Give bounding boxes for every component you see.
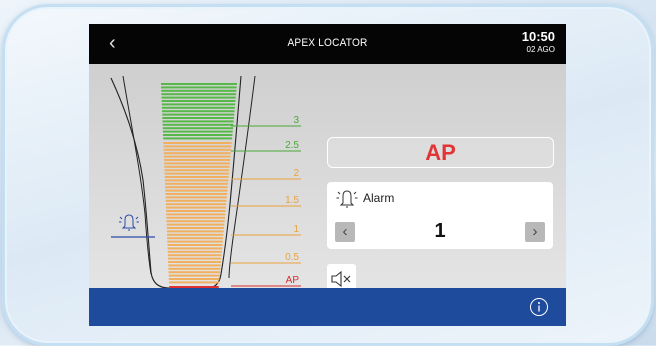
chevron-right-icon[interactable]: › [533,223,538,240]
depth-bar [163,148,232,151]
apex-status-display: AP [327,137,554,168]
scale-tick-label: 1.5 [285,195,299,206]
depth-bar [161,83,237,85]
depth-bar [161,86,237,89]
depth-bar [164,182,229,185]
depth-bar [167,244,223,246]
depth-bar [168,264,221,267]
depth-bar [161,100,236,102]
depth-bar [162,113,235,116]
info-icon[interactable] [529,297,549,317]
depth-bar [162,117,234,119]
alarm-level-value: 1 [434,220,446,242]
depth-bar [167,257,222,260]
depth-bar [162,110,235,113]
depth-bar [162,127,234,130]
device-screen: ‹ APEX LOCATOR 10:50 02 AGO 3 2.5 2 1.5 1 0.5… [89,24,566,326]
depth-bar [164,172,229,175]
depth-bar [163,145,232,148]
depth-bar [167,247,223,250]
depth-bars [161,83,237,288]
title-bar: ‹ APEX LOCATOR 10:50 02 AGO [89,24,566,64]
bottom-bar [89,288,566,326]
main-content: 3 2.5 2 1.5 1 0.5 AP AP Alarm ‹ 1 › [89,64,566,294]
depth-bar [166,213,226,216]
depth-bar [165,186,228,189]
depth-bar [163,155,231,158]
depth-bar [165,189,228,192]
depth-bar [161,93,237,96]
depth-bar [161,103,236,106]
scale-tick-label: 2 [293,168,299,179]
depth-bar [166,223,225,226]
depth-bar [168,271,221,274]
clock-time: 10:50 [521,29,555,44]
increase-button[interactable]: › [525,222,545,242]
depth-bar [168,278,220,280]
depth-bar [167,250,222,253]
canal-outline-left [110,77,170,288]
clock: 10:50 02 AGO [522,30,555,55]
depth-bar [164,179,229,182]
scale-tick-label: 2.5 [285,140,299,151]
depth-bar [168,281,220,284]
depth-bar [166,220,225,223]
depth-bar [168,267,221,270]
depth-bar [164,169,230,172]
depth-bar [162,130,233,133]
depth-bar [167,254,222,257]
depth-bar [168,274,220,277]
depth-bar [164,165,230,168]
depth-bar [166,227,225,229]
depth-bar [163,142,232,144]
clock-date: 02 AGO [526,45,555,54]
page-title: APEX LOCATOR [287,37,368,49]
depth-bar [168,261,221,263]
depth-bar [165,203,227,206]
depth-bar [162,123,234,126]
bell-icon [119,214,139,231]
bell-icon [336,190,358,208]
depth-bar [165,199,227,202]
depth-bar [163,134,233,136]
canal-outline-left-inner [122,75,152,275]
depth-bar [161,96,236,99]
depth-bar [165,206,226,209]
scale-tick-label: 0.5 [285,252,299,263]
depth-bar [167,240,223,243]
alarm-level-stepper: ‹ 1 › [327,214,553,249]
scale-tick-label: AP [286,275,300,286]
depth-bar [163,152,231,155]
depth-bar [164,159,231,161]
scale-ticks: 3 2.5 2 1.5 1 0.5 AP [231,115,301,287]
depth-bar [161,106,235,109]
depth-bar [164,176,229,178]
depth-bar [166,230,224,233]
depth-bar [163,137,233,140]
depth-bar [162,120,234,123]
apex-status-value: AP [425,140,456,165]
alarm-label: Alarm [363,191,395,205]
depth-bar [165,196,227,199]
alarm-row: Alarm [327,182,553,214]
scale-tick-label: 3 [293,115,299,126]
apex-scale: 3 2.5 2 1.5 1 0.5 AP [110,75,301,288]
depth-bar [164,162,230,165]
depth-bar [166,216,225,219]
depth-bar [167,233,224,236]
depth-bar [165,193,228,195]
depth-bar [166,210,226,212]
depth-bar [167,237,224,240]
depth-bar [161,89,237,92]
scale-tick-label: 1 [293,224,299,235]
